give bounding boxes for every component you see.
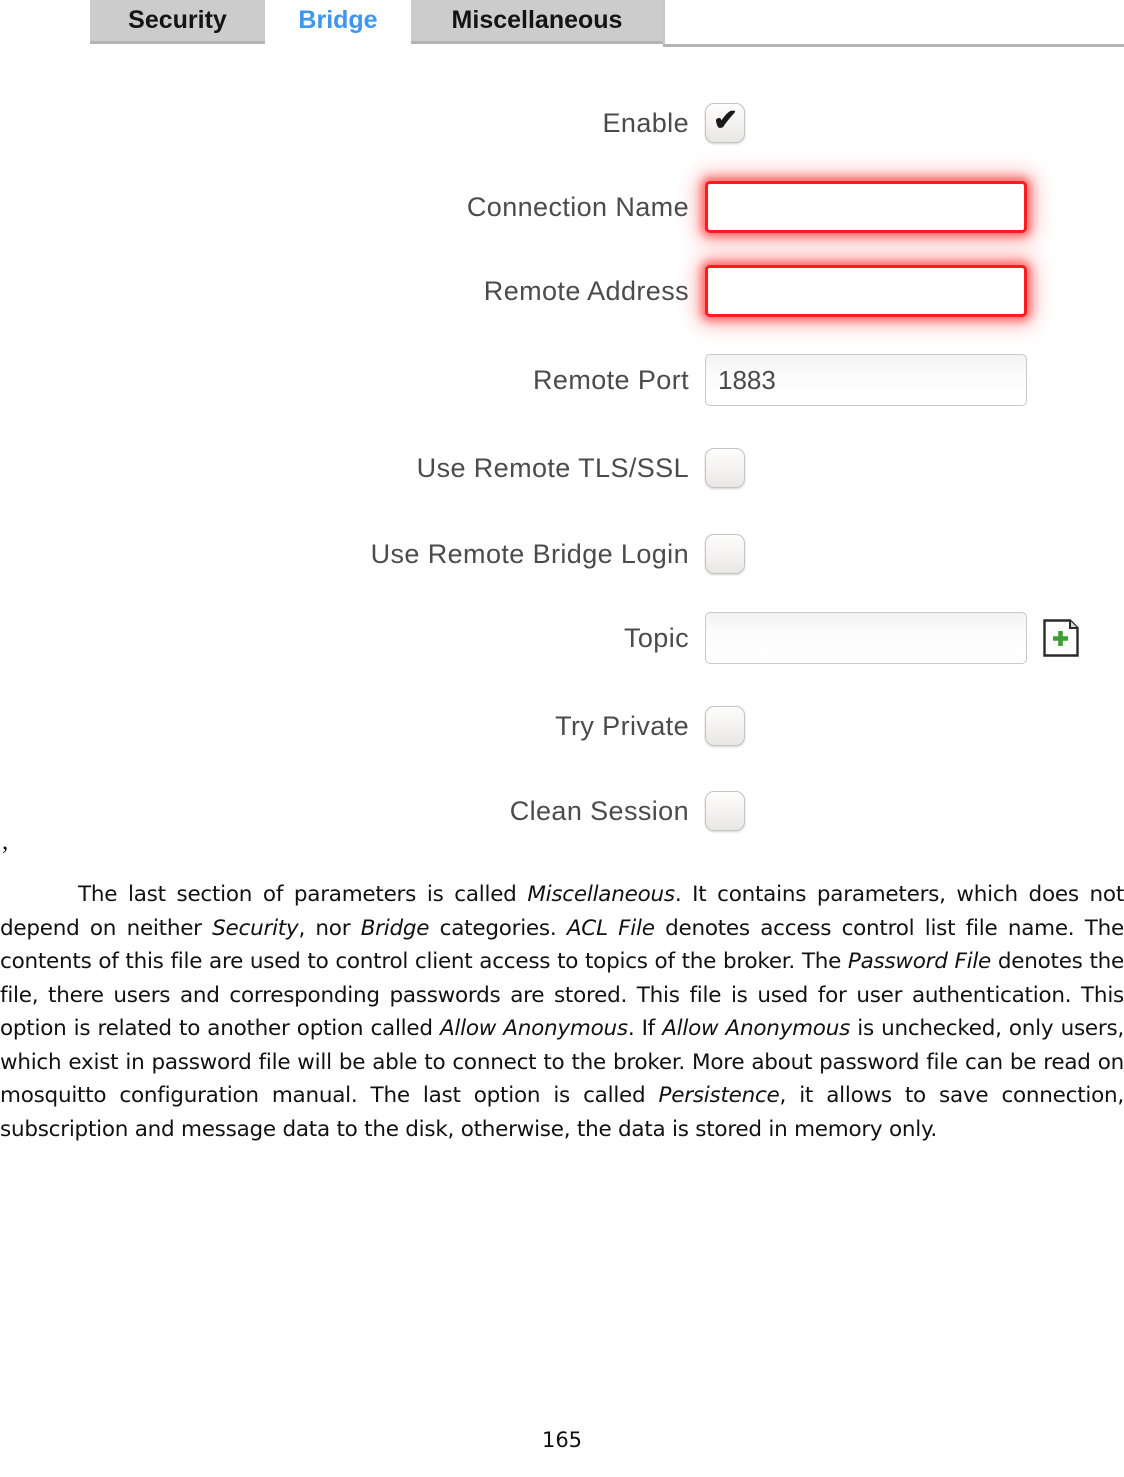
try-private-checkbox[interactable] (705, 706, 745, 746)
clean-session-checkbox[interactable] (705, 791, 745, 831)
label-remote-port: Remote Port (533, 364, 689, 395)
page-number: 165 (541, 1428, 583, 1452)
label-use-remote-tls-ssl: Use Remote TLS/SSL (416, 452, 689, 483)
label-use-remote-bridge-login: Use Remote Bridge Login (370, 538, 689, 569)
label-remote-address: Remote Address (483, 275, 689, 306)
form-row-remote-address: Remote Address (0, 263, 1124, 319)
form-row-connection-name: Connection Name (0, 179, 1124, 235)
form-row-use-remote-tls-ssl: Use Remote TLS/SSL (0, 440, 1124, 496)
tab-strip-filler (663, 0, 1124, 44)
form-row-topic: Topic (0, 610, 1124, 666)
label-clean-session: Clean Session (509, 795, 689, 826)
enable-checkbox[interactable]: ✔ (705, 103, 745, 143)
check-icon: ✔ (713, 104, 739, 137)
tab-strip-rule (663, 44, 1124, 47)
body-paragraph: The last section of parameters is called… (0, 882, 1124, 1142)
form-row-enable: Enable ✔ (0, 95, 1124, 151)
tab-bar: Security Bridge Miscellaneous (0, 0, 1124, 48)
connection-name-input[interactable] (705, 181, 1027, 233)
form-row-clean-session: Clean Session (0, 783, 1124, 839)
form-row-try-private: Try Private (0, 698, 1124, 754)
tab-miscellaneous[interactable]: Miscellaneous (411, 0, 663, 44)
form-row-use-remote-bridge-login: Use Remote Bridge Login (0, 526, 1124, 582)
label-try-private: Try Private (555, 710, 689, 741)
label-topic: Topic (623, 622, 689, 653)
tab-security[interactable]: Security (90, 0, 265, 44)
remote-port-input[interactable] (705, 354, 1027, 406)
form-row-remote-port: Remote Port (0, 352, 1124, 408)
add-document-icon[interactable] (1043, 619, 1079, 657)
use-remote-tls-ssl-checkbox[interactable] (705, 448, 745, 488)
use-remote-bridge-login-checkbox[interactable] (705, 534, 745, 574)
tab-bridge[interactable]: Bridge (272, 0, 404, 44)
label-connection-name: Connection Name (466, 191, 689, 222)
stray-comma-mark: , (2, 828, 9, 855)
remote-address-input[interactable] (705, 265, 1027, 317)
topic-input[interactable] (705, 612, 1027, 664)
label-enable: Enable (602, 107, 689, 138)
